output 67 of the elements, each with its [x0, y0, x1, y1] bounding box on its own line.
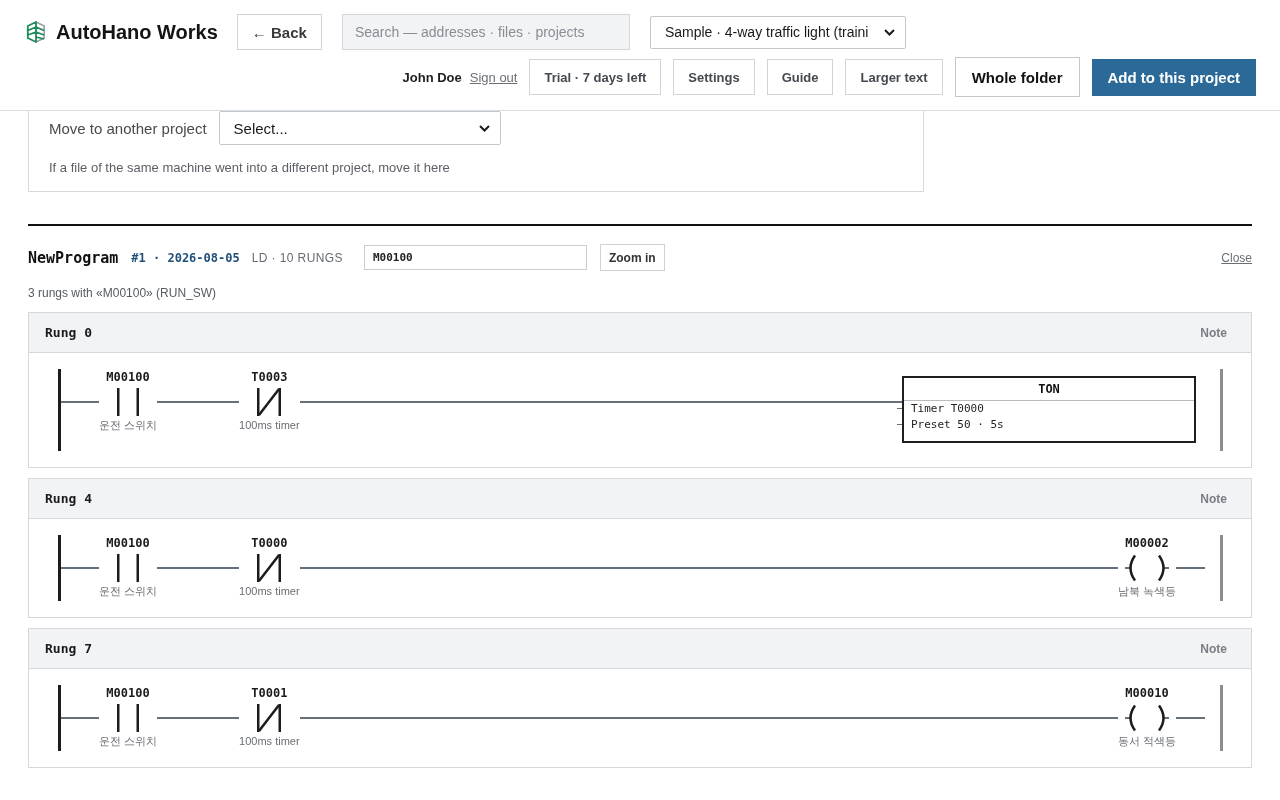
- power-rail: [1220, 685, 1223, 751]
- comment-label: 운전 스위치: [99, 734, 158, 748]
- comment-label: 100ms timer: [239, 584, 300, 598]
- address-label: M00100: [106, 685, 150, 701]
- contact-icon: [117, 388, 140, 416]
- project-select[interactable]: Select...: [218, 111, 501, 145]
- wire: [1176, 717, 1205, 719]
- wire: [61, 567, 99, 569]
- header-button[interactable]: Larger text: [845, 59, 943, 95]
- header-button[interactable]: Whole folder: [954, 57, 1080, 97]
- coil-icon: [1124, 554, 1169, 582]
- closed-contact-icon: [257, 704, 282, 732]
- rung-title: Rung 7: [45, 641, 92, 656]
- zoom-button[interactable]: Zoom in: [599, 244, 665, 271]
- contact-icon: [117, 554, 140, 582]
- comment-label: 100ms timer: [239, 418, 300, 432]
- closed-contact-icon: [257, 388, 282, 416]
- address-label: T0001: [251, 685, 288, 701]
- contact-icon: [117, 704, 140, 732]
- header-button[interactable]: Trial · 7 days left: [529, 59, 662, 95]
- sign-out-link[interactable]: Sign out: [469, 69, 518, 85]
- back-button[interactable]: ← Back: [236, 14, 322, 50]
- address-label: M00100: [106, 535, 150, 551]
- comment-label: 100ms timer: [239, 734, 300, 748]
- coil-icon: [1124, 704, 1169, 732]
- address-label: M00002: [1125, 535, 1169, 551]
- filter-field[interactable]: M00100: [363, 245, 587, 270]
- note-button[interactable]: Note: [1200, 491, 1227, 506]
- hint-text: If a file of the same machine went into a different project, move it here: [49, 159, 451, 177]
- logo-icon: [26, 21, 46, 43]
- comment-label: 운전 스위치: [99, 418, 158, 432]
- chevron-icon: [883, 28, 895, 36]
- user-name: John Doe: [402, 69, 462, 85]
- program-info: LD · 10 RUNGS: [251, 250, 343, 265]
- address-label: T0003: [251, 369, 288, 385]
- note-button[interactable]: Note: [1200, 325, 1227, 340]
- block-title: TON: [904, 378, 1194, 401]
- close-link[interactable]: Close: [1221, 250, 1252, 265]
- program-meta: #1 · 2026-08-05: [131, 250, 240, 265]
- note-button[interactable]: Note: [1200, 641, 1227, 656]
- program-name: NewProgram: [28, 248, 119, 267]
- wire: [61, 717, 99, 719]
- chevron-icon: [478, 124, 490, 132]
- comment-label: 동서 적색등: [1117, 734, 1176, 748]
- rung-title: Rung 4: [45, 491, 92, 506]
- wire: [1176, 567, 1205, 569]
- address-label: M00010: [1125, 685, 1169, 701]
- header-button[interactable]: Guide: [766, 59, 834, 95]
- header-button[interactable]: Settings: [673, 59, 755, 95]
- match-summary: 3 rungs with «M00100» (RUN_SW): [28, 286, 218, 300]
- app-title: AutoHano Works: [56, 20, 218, 44]
- power-rail: [58, 535, 61, 601]
- power-rail: [58, 685, 61, 751]
- comment-label: 남북 녹색등: [1117, 584, 1176, 598]
- comment-label: 운전 스위치: [99, 584, 158, 598]
- primary-button[interactable]: Add to this project: [1091, 58, 1256, 96]
- project-select[interactable]: Sample · 4-way traffic light (traini: [649, 15, 906, 49]
- rung-title: Rung 0: [45, 325, 92, 340]
- search-field[interactable]: Search — addresses · files · projects: [341, 14, 630, 50]
- wire: [61, 401, 99, 403]
- move-label: Move to another project: [49, 119, 207, 137]
- block-parameter: Timer T0000: [910, 401, 985, 417]
- block-parameter: Preset 50 · 5s: [910, 417, 1005, 433]
- address-label: M00100: [106, 369, 150, 385]
- power-rail: [1220, 535, 1223, 601]
- closed-contact-icon: [257, 554, 282, 582]
- address-label: T0000: [251, 535, 288, 551]
